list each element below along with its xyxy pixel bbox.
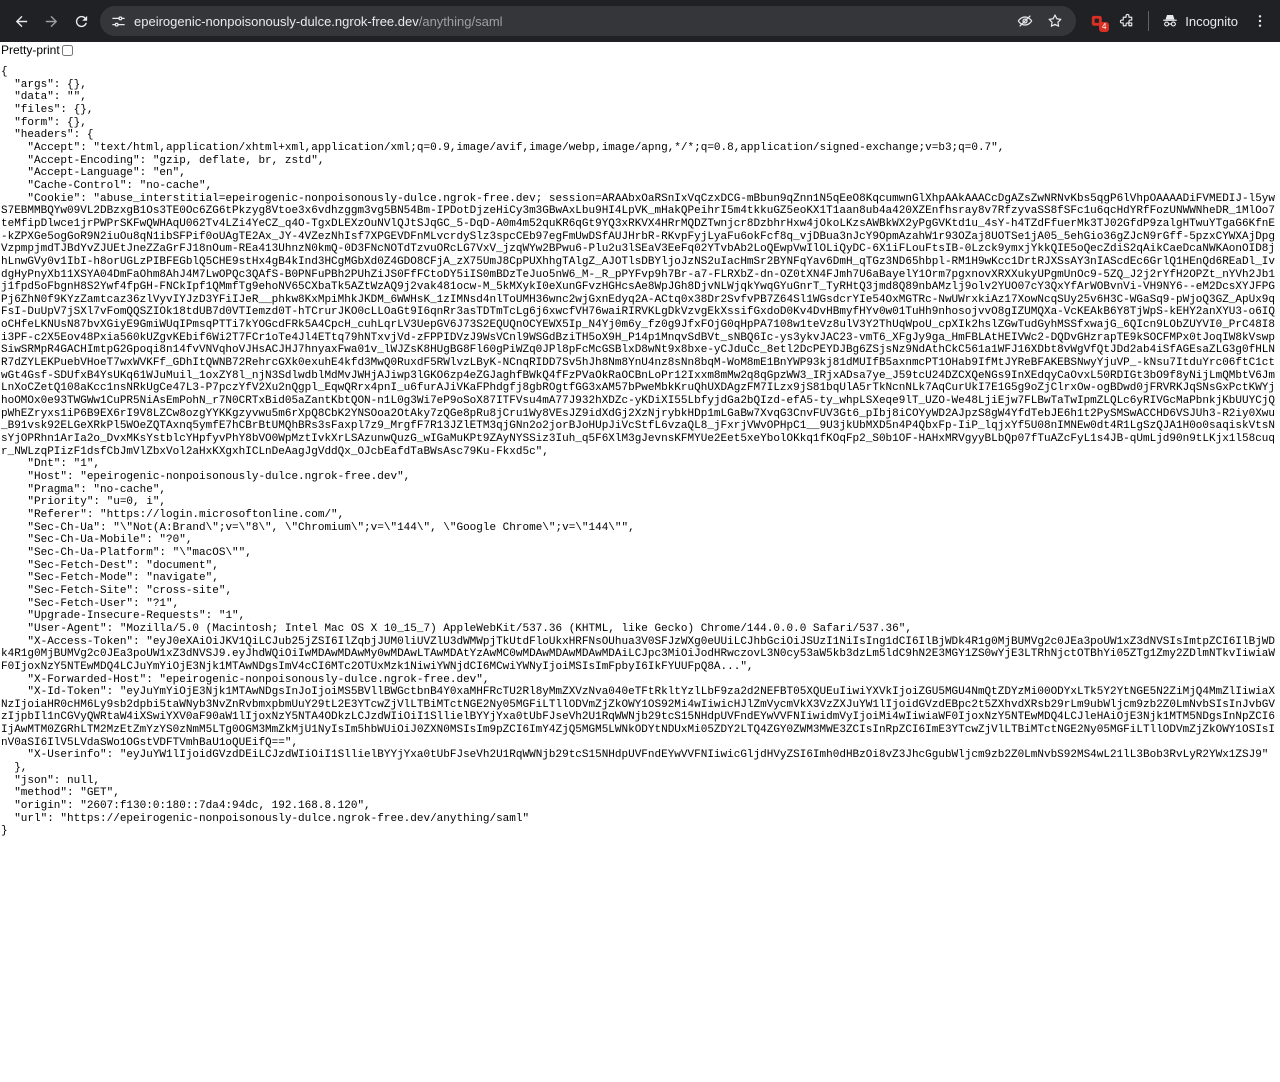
kebab-menu-icon: [1258, 15, 1262, 27]
json-response-body: { "args": {}, "data": "", "files": {}, "…: [0, 66, 1280, 838]
url-host: epeirogenic-nonpoisonously-dulce.ngrok-f…: [134, 13, 419, 29]
extension-button[interactable]: 4: [1082, 6, 1112, 36]
json-line: "Accept-Language": "en",: [1, 167, 186, 180]
page-content: Pretty-print { "args": {}, "data": "", "…: [0, 42, 1280, 838]
json-line: "Host": "epeirogenic-nonpoisonously-dulc…: [1, 471, 411, 483]
json-line: "Referer": "https://login.microsoftonlin…: [1, 508, 345, 521]
reload-button[interactable]: [66, 6, 96, 36]
json-line: "data": "",: [1, 91, 87, 104]
json-line: "json": null,: [1, 774, 101, 787]
json-line: "Sec-Fetch-User": "?1",: [1, 597, 180, 610]
json-line: "Cache-Control": "no-cache",: [1, 179, 213, 192]
extensions-menu-button[interactable]: [1112, 6, 1142, 36]
json-line: "origin": "2607:f130:0:180::7da4:94dc, 1…: [1, 800, 371, 813]
back-button[interactable]: [6, 6, 36, 36]
json-line: "form": {},: [1, 116, 87, 129]
pretty-print-label: Pretty-print: [1, 43, 60, 57]
json-line: "Pragma": "no-cache",: [1, 483, 167, 496]
browser-menu-button[interactable]: [1246, 6, 1274, 36]
json-line: }: [1, 825, 8, 838]
site-info-icon[interactable]: [108, 11, 128, 31]
json-line: {: [1, 66, 8, 78]
json-line: "headers": {: [1, 129, 94, 142]
json-line: "Priority": "u=0, i",: [1, 496, 167, 509]
json-line: "X-Access-Token": "eyJ0eXAiOiJKV1QiLCJub…: [1, 635, 1276, 673]
json-line: "Accept-Encoding": "gzip, deflate, br, z…: [1, 154, 325, 167]
reload-icon: [75, 15, 87, 27]
json-line: "Cookie": "abuse_interstitial=epeirogeni…: [1, 192, 1276, 458]
toolbar-divider: [1148, 11, 1150, 31]
incognito-indicator[interactable]: Incognito: [1155, 7, 1246, 35]
json-line: "Sec-Fetch-Dest": "document",: [1, 559, 219, 572]
json-line: "X-Forwarded-Host": "epeirogenic-nonpois…: [1, 673, 490, 686]
json-line: "args": {},: [1, 78, 87, 91]
extension-badge: 4: [1099, 22, 1110, 32]
puzzle-icon: [1119, 13, 1133, 26]
json-line: "User-Agent": "Mozilla/5.0 (Macintosh; I…: [1, 622, 912, 635]
pretty-print-checkbox[interactable]: [61, 44, 73, 56]
json-line: "files": {},: [1, 103, 94, 116]
back-arrow-icon: [15, 15, 27, 27]
pretty-print-control: Pretty-print: [0, 42, 1280, 58]
json-line: "Sec-Fetch-Mode": "navigate",: [1, 572, 219, 585]
eye-off-icon[interactable]: [1012, 8, 1038, 34]
json-line: "X-Id-Token": "eyJuYmYiOjE3Njk1MTAwNDgsI…: [1, 686, 1276, 749]
forward-arrow-icon: [45, 15, 57, 27]
json-line: "Dnt": "1",: [1, 458, 101, 471]
json-line: "Sec-Ch-Ua-Mobile": "?0",: [1, 534, 193, 547]
json-line: "Sec-Fetch-Site": "cross-site",: [1, 584, 233, 597]
json-line: "Accept": "text/html,application/xhtml+x…: [1, 141, 1005, 154]
browser-toolbar: epeirogenic-nonpoisonously-dulce.ngrok-f…: [0, 0, 1280, 42]
incognito-label: Incognito: [1185, 13, 1238, 29]
url-text[interactable]: epeirogenic-nonpoisonously-dulce.ngrok-f…: [134, 14, 1008, 29]
json-line: },: [1, 762, 28, 775]
json-line: "Sec-Ch-Ua-Platform": "\"macOS\"",: [1, 546, 252, 559]
incognito-icon: [1163, 15, 1177, 27]
json-line: "url": "https://epeirogenic-nonpoisonous…: [1, 812, 530, 825]
forward-button[interactable]: [36, 6, 66, 36]
json-line: "method": "GET",: [1, 787, 120, 800]
url-path: /anything/saml: [418, 13, 503, 29]
json-line: "X-Userinfo": "eyJuYW1lIjoidGVzdDEiLCJzd…: [1, 749, 1269, 762]
json-line: "Sec-Ch-Ua": "\"Not(A:Brand\";v=\"8\", \…: [1, 521, 635, 534]
bookmark-star-icon[interactable]: [1042, 8, 1068, 34]
json-line: "Upgrade-Insecure-Requests": "1",: [1, 610, 246, 623]
address-bar[interactable]: epeirogenic-nonpoisonously-dulce.ngrok-f…: [100, 6, 1077, 36]
